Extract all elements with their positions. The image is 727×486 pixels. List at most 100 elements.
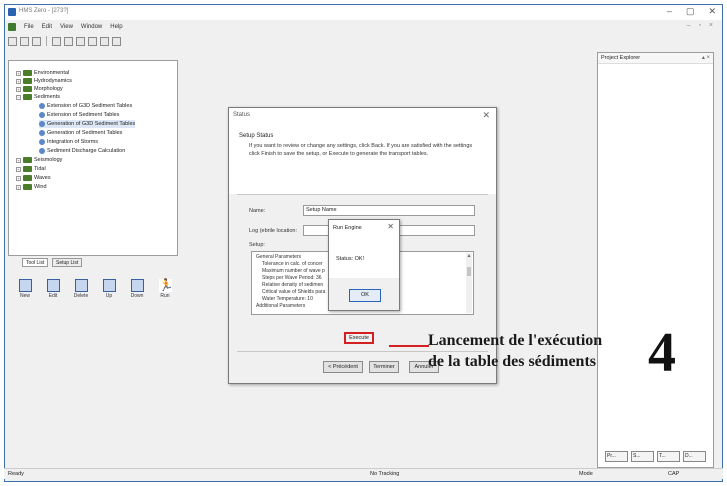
dialog-heading: Setup Status [239, 133, 274, 139]
collapse-icon[interactable]: − [16, 94, 21, 100]
folder-icon [23, 175, 32, 181]
tab-data[interactable]: D... [683, 451, 706, 462]
run-engine-dialog: Run Engine ✕ Status: OK! OK [328, 219, 400, 311]
tree-item-waves[interactable]: + Waves [16, 174, 51, 182]
tree-item-extension-g3d[interactable]: Extension of G3D Sediment Tables [39, 102, 132, 110]
maximize-button[interactable]: ▢ [686, 6, 695, 17]
folder-icon [23, 70, 32, 76]
run-engine-status: Status: OK! [336, 256, 365, 262]
dialog-close-button[interactable]: ✕ [482, 110, 490, 121]
tree-item-generation-sediment[interactable]: Generation of Sediment Tables [39, 129, 122, 137]
expand-icon[interactable]: + [16, 157, 21, 163]
folder-icon [23, 157, 32, 163]
minimize-button[interactable]: – [667, 6, 672, 17]
expand-icon[interactable]: + [16, 184, 21, 190]
run-icon: 🏃 [158, 278, 174, 292]
setup-line: Water Temperature: 10 [262, 296, 313, 302]
tab-setups[interactable]: S... [631, 451, 654, 462]
divider [237, 194, 488, 195]
delete-button[interactable]: Delete [71, 279, 91, 299]
menu-file[interactable]: File [24, 24, 34, 30]
menu-bar: File Edit View Window Help [5, 20, 722, 33]
run-engine-title: Run Engine [333, 225, 362, 231]
run-engine-close-button[interactable]: ✕ [387, 222, 394, 231]
copy-icon[interactable] [64, 36, 73, 46]
tree-item-sediments[interactable]: − Sediments [16, 93, 60, 101]
expand-icon[interactable]: + [16, 86, 21, 92]
app-icon [8, 8, 16, 16]
save-icon[interactable] [32, 36, 41, 46]
tab-tool-list[interactable]: Tool List [22, 258, 49, 267]
title-bar: HMS Zero - [273?] – ▢ ✕ [5, 5, 722, 20]
tree-item-integration-storms[interactable]: Integration of Storms [39, 138, 98, 146]
log-label: Log (ebrile location: [249, 228, 298, 234]
cut-icon[interactable] [52, 36, 61, 46]
folder-icon [23, 94, 32, 100]
print-icon[interactable] [88, 36, 97, 46]
tool-icon [39, 121, 45, 127]
new-file-icon[interactable] [8, 36, 17, 46]
execute-button[interactable]: Execute [344, 332, 374, 344]
tab-tools[interactable]: T... [657, 451, 680, 462]
project-explorer-panel: Project Explorer ▴ × [597, 52, 714, 468]
tree-item-hydrodynamics[interactable]: + Hydrodynamics [16, 77, 72, 85]
setup-line: Tolerance in calc. of concer [262, 261, 323, 267]
tree-item-sediment-discharge[interactable]: Sediment Discharge Calculation [39, 147, 125, 155]
down-button[interactable]: Down [127, 279, 147, 299]
tool-icon [39, 130, 45, 136]
expand-icon[interactable]: + [16, 70, 21, 76]
back-button[interactable]: < Précédent [323, 361, 363, 373]
document-icon [8, 22, 16, 31]
setup-line: Maximum number of wave p [262, 268, 325, 274]
panel-controls[interactable]: ▴ × [702, 54, 710, 61]
close-window-button[interactable]: ✕ [708, 6, 716, 17]
tree-item-tidal[interactable]: + Tidal [16, 165, 46, 173]
setup-line: General Parameters [256, 254, 302, 260]
callout-line-2: de la table des sédiments [428, 353, 596, 370]
tree-item-extension-sediment[interactable]: Extension of Sediment Tables [39, 111, 119, 119]
tree-item-seismology[interactable]: + Seismology [16, 156, 62, 164]
paste-icon[interactable] [76, 36, 85, 46]
menu-edit[interactable]: Edit [42, 24, 52, 30]
tree-item-generation-g3d-selected[interactable]: Generation of G3D Sediment Tables [39, 120, 136, 128]
scroll-up-icon[interactable]: ▲ [466, 253, 472, 259]
status-ready: Ready [8, 471, 24, 477]
menu-help[interactable]: Help [110, 24, 122, 30]
new-icon [18, 279, 32, 292]
status-bar: Ready No Tracking Mode CAP [4, 468, 723, 479]
scroll-thumb[interactable] [467, 267, 471, 276]
tab-setup-list[interactable]: Setup List [52, 258, 83, 267]
callout-text: Lancement de l'exécution de la table des… [428, 330, 602, 372]
expand-icon[interactable]: + [16, 166, 21, 172]
tree-item-morphology[interactable]: + Morphology [16, 85, 63, 93]
up-icon [102, 279, 116, 292]
open-folder-icon[interactable] [20, 36, 29, 46]
expand-icon[interactable]: + [16, 78, 21, 84]
up-button[interactable]: Up [99, 279, 119, 299]
folder-icon [23, 78, 32, 84]
new-button[interactable]: New [15, 279, 35, 299]
tool-icon [39, 139, 45, 145]
tree-item-wind[interactable]: + Wind [16, 183, 47, 191]
tool-buttons: New Edit Delete Up Down 🏃 Run [15, 279, 175, 299]
name-input[interactable]: Setup Name [303, 205, 475, 216]
expand-icon[interactable]: + [16, 175, 21, 181]
menu-view[interactable]: View [60, 24, 73, 30]
project-explorer-header: Project Explorer ▴ × [598, 53, 713, 64]
edit-button[interactable]: Edit [43, 279, 63, 299]
tab-project[interactable]: Pr... [605, 451, 628, 462]
setup-scrollbar[interactable]: ▲ [466, 253, 472, 313]
tree-item-environmental[interactable]: + Environmental [16, 69, 69, 77]
callout-line-1: Lancement de l'exécution [428, 332, 603, 349]
finish-button[interactable]: Terminer [369, 361, 399, 373]
help-icon[interactable] [100, 36, 109, 46]
delete-icon [74, 279, 88, 292]
menu-window[interactable]: Window [81, 24, 102, 30]
ok-button[interactable]: OK [349, 289, 381, 302]
run-button[interactable]: 🏃 Run [155, 279, 175, 299]
tool-tree[interactable]: + Environmental + Hydrodynamics + Morpholog… [8, 60, 178, 256]
context-help-icon[interactable] [112, 36, 121, 46]
callout-line [389, 345, 429, 347]
toolbar-separator [46, 36, 47, 46]
mdi-window-controls[interactable]: – ▫ × [687, 22, 716, 29]
